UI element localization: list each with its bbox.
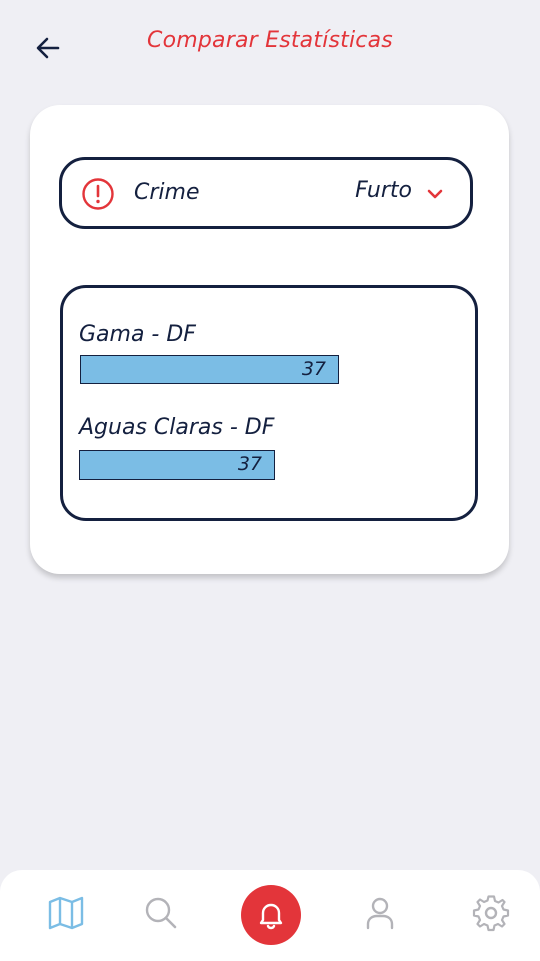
nav-map[interactable]	[44, 891, 88, 935]
gear-icon	[472, 895, 510, 932]
nav-search[interactable]	[139, 891, 183, 935]
stat-value-aguas-claras: 37	[237, 453, 262, 475]
map-icon	[48, 896, 84, 930]
stat-label-gama: Gama - DF	[79, 322, 196, 347]
alert-button[interactable]	[241, 885, 301, 945]
nav-profile[interactable]	[358, 891, 402, 935]
stat-label-aguas-claras: Aguas Claras - DF	[79, 415, 275, 440]
stat-bar-aguas-claras: 37	[79, 450, 275, 480]
stat-value-gama: 37	[301, 358, 326, 380]
crime-type-select[interactable]: Crime Furto	[59, 157, 473, 229]
page-title: Comparar Estatísticas	[147, 28, 393, 53]
bell-icon	[259, 903, 283, 930]
bottom-nav	[0, 870, 540, 961]
select-value: Furto	[355, 178, 412, 203]
chevron-down-icon[interactable]	[426, 187, 444, 201]
header: Comparar Estatísticas	[0, 0, 540, 90]
select-label: Crime	[134, 180, 200, 205]
stats-comparison: Gama - DF 37 Aguas Claras - DF 37	[60, 285, 478, 521]
stat-bar-gama: 37	[80, 355, 339, 384]
alert-circle-icon	[82, 178, 114, 210]
user-icon	[366, 897, 394, 930]
nav-settings[interactable]	[469, 891, 513, 935]
search-icon	[145, 897, 177, 929]
